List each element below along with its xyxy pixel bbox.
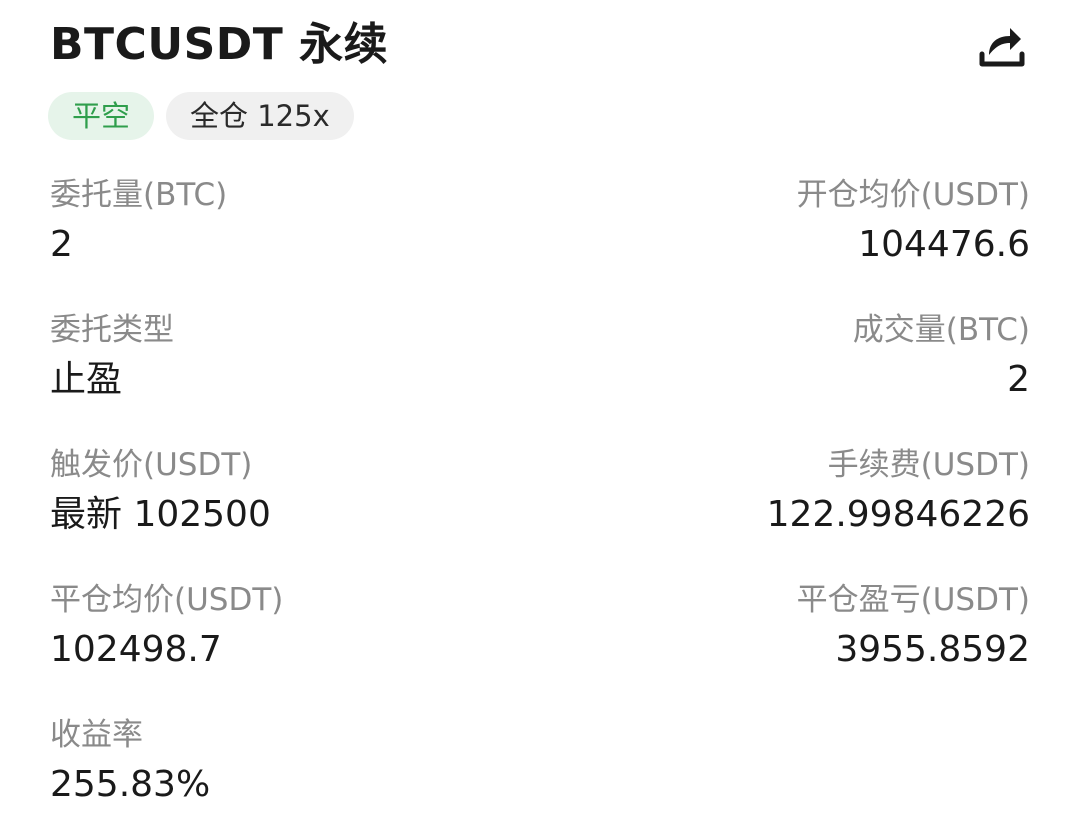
margin-mode-badge: 全仓 125x (166, 92, 354, 140)
share-icon (979, 28, 1025, 67)
fee-label: 手续费(USDT) (827, 447, 1030, 483)
close-pnl-label: 平仓盈亏(USDT) (796, 582, 1030, 618)
close-pnl-value: 3955.8592 (835, 629, 1030, 670)
close-avg-price-label: 平仓均价(USDT) (50, 582, 284, 618)
share-button[interactable] (974, 18, 1030, 74)
order-type-label: 委托类型 (50, 312, 174, 348)
open-avg-price-label: 开仓均价(USDT) (796, 177, 1030, 213)
tag-row: 平空 全仓 125x (48, 92, 354, 140)
filled-qty-label: 成交量(BTC) (852, 312, 1030, 348)
close-avg-price-value: 102498.7 (50, 629, 222, 670)
page-title: BTCUSDT 永续 (50, 19, 389, 70)
roi-label: 收益率 (50, 717, 143, 753)
order-qty-label: 委托量(BTC) (50, 177, 228, 213)
roi-value: 255.83% (50, 764, 211, 805)
order-qty-value: 2 (50, 224, 73, 265)
trigger-price-value: 最新 102500 (50, 494, 271, 535)
order-type-value: 止盈 (50, 359, 123, 400)
trigger-price-label: 触发价(USDT) (50, 447, 253, 483)
open-avg-price-value: 104476.6 (858, 224, 1030, 265)
fee-value: 122.99846226 (766, 494, 1030, 535)
filled-qty-value: 2 (1007, 359, 1030, 400)
position-side-badge: 平空 (48, 92, 155, 140)
